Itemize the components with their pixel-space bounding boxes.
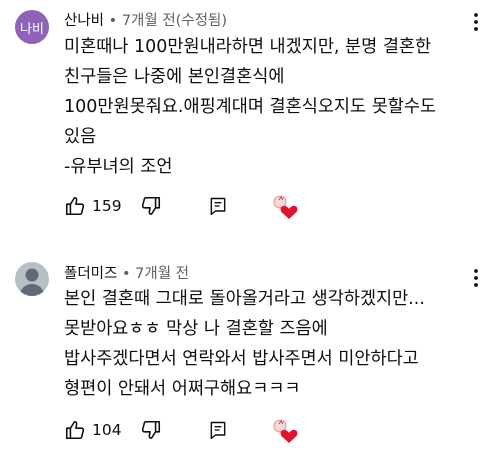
comment-line: 본인 결혼때 그대로 돌아올거라고 생각하겠지만... [64,289,425,309]
avatar[interactable] [15,262,49,296]
author-name[interactable]: 산나비 [64,13,104,29]
creator-heart[interactable] [270,416,302,444]
like-count: 159 [92,197,122,215]
comment-line: 미혼때나 100만원내라하면 내겠지만, 분명 결혼한 [64,37,432,57]
comment-line: 밥사주겠다면서 연락와서 밥사주면서 미안하다고 [64,349,419,369]
avatar[interactable]: 나비 [15,10,49,44]
comment-header: 산나비 • 7개월 전(수정됨) [64,9,227,30]
thumbs-down-icon [141,196,160,216]
comment-line: 있음 [64,127,97,147]
comment-time[interactable]: 7개월 전(수정됨) [122,13,227,29]
thumbs-up-icon [65,196,85,216]
creator-heart-icon [273,419,298,443]
more-vert-icon [474,13,478,31]
default-user-icon [19,268,45,296]
reply-icon [210,197,225,216]
author-name[interactable]: 폴더미즈 [64,266,117,282]
creator-heart-icon [273,195,298,219]
comment-header: 폴더미즈 • 7개월 전 [64,262,189,283]
comment-text: 본인 결혼때 그대로 돌아올거라고 생각하겠지만... 못받아요ㅎㅎ 막상 나 … [64,284,490,404]
comment-actions: 104 [64,416,302,444]
more-options-button[interactable] [464,10,488,34]
comment-item: 나비 산나비 • 7개월 전(수정됨) 미혼때나 100만원내라하면 내겠지만,… [0,0,500,232]
comment-time[interactable]: 7개월 전 [135,266,189,282]
meta-separator: • [117,266,136,282]
creator-heart[interactable] [270,192,302,220]
comment-line: 형편이 안돼서 어쩌구해요ㅋㅋㅋ [64,379,301,399]
comment-line: 못받아요ㅎㅎ 막상 나 결혼할 즈음에 [64,319,328,339]
reply-icon [210,421,225,440]
dislike-button[interactable] [140,195,162,217]
comment-text: 미혼때나 100만원내라하면 내겠지만, 분명 결혼한 친구들은 나중에 본인결… [64,32,490,182]
like-button[interactable]: 159 [64,195,122,217]
comment-line: 친구들은 나중에 본인결혼식에 [64,67,285,87]
like-count: 104 [92,421,122,439]
thumbs-up-icon [65,420,85,440]
dislike-button[interactable] [140,419,162,441]
avatar-text: 나비 [20,21,44,37]
thumbs-down-icon [141,420,160,440]
reply-button[interactable] [208,196,228,216]
comment-line: -유부녀의 조언 [64,157,173,177]
reply-button[interactable] [208,420,228,440]
comment-actions: 159 [64,192,302,220]
meta-separator: • [104,13,122,29]
like-button[interactable]: 104 [64,419,122,441]
comment-line: 100만원못줘요.애핑계대며 결혼식오지도 못할수도 [64,97,437,117]
